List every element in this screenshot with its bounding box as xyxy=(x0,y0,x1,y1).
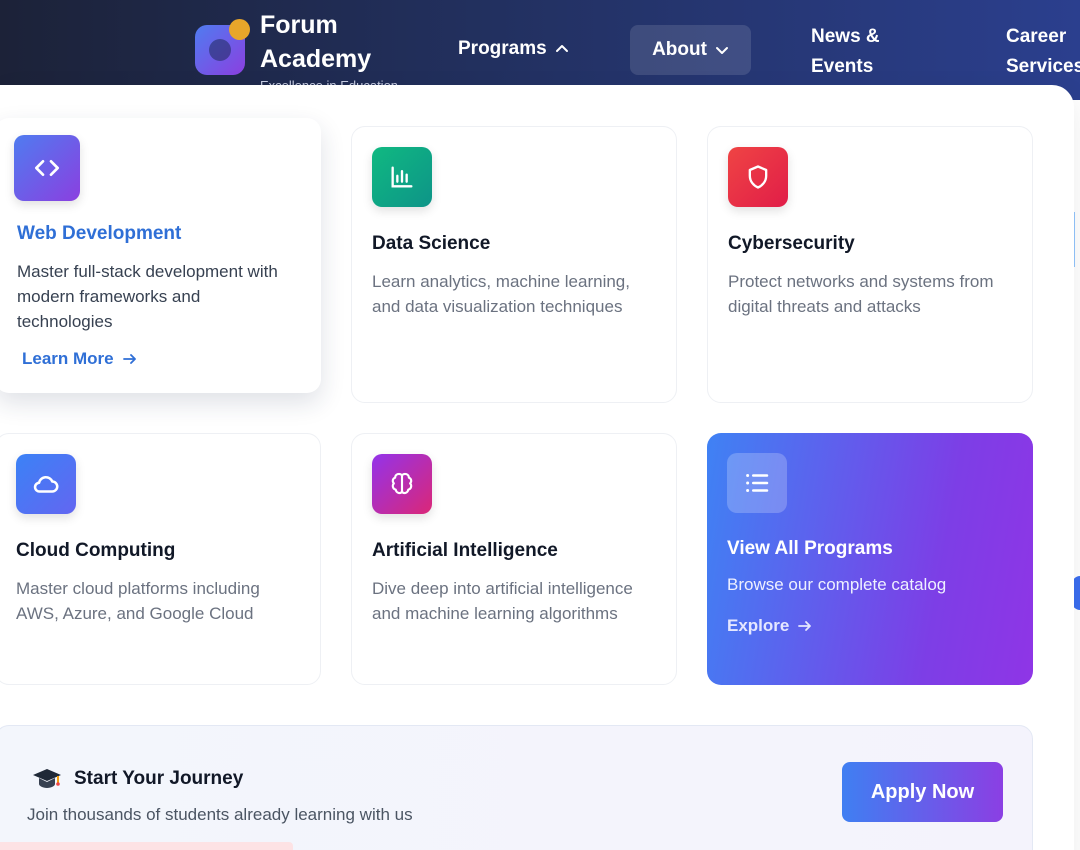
cta-description: Join thousands of students already learn… xyxy=(27,805,413,824)
shield-icon xyxy=(728,147,788,207)
view-all-description: Browse our complete catalog xyxy=(727,575,947,594)
cloud-icon xyxy=(16,454,76,514)
explore-label: Explore xyxy=(727,616,790,635)
program-description: Protect networks and systems from digita… xyxy=(728,272,994,316)
program-title: Data Science xyxy=(372,233,491,254)
background-fragment xyxy=(0,842,293,850)
program-title: Cybersecurity xyxy=(728,233,855,254)
view-all-programs-card[interactable]: View All Programs Browse our complete ca… xyxy=(707,433,1033,685)
view-all-title: View All Programs xyxy=(727,538,893,559)
program-description: Master cloud platforms including AWS, Az… xyxy=(16,579,260,623)
program-card-data-science[interactable]: Data Science Learn analytics, machine le… xyxy=(351,126,677,403)
program-card-cybersecurity[interactable]: Cybersecurity Protect networks and syste… xyxy=(707,126,1033,403)
nav-career-line-2: Services xyxy=(1006,56,1080,77)
cta-title: Start Your Journey xyxy=(74,768,244,789)
program-description: Master full-stack development with moder… xyxy=(17,262,278,331)
nav-news-line-1: News & xyxy=(811,26,880,47)
explore-link[interactable]: Explore xyxy=(727,616,813,636)
chevron-up-icon xyxy=(555,45,568,52)
brand-line-2: Academy xyxy=(260,45,372,73)
program-title: Web Development xyxy=(17,223,182,244)
nav-programs-label: Programs xyxy=(458,38,547,59)
brain-icon xyxy=(372,454,432,514)
nav-about-label: About xyxy=(652,39,707,60)
program-description: Dive deep into artificial intelligence a… xyxy=(372,579,633,623)
nav-programs[interactable]: Programs xyxy=(458,38,569,60)
nav-about[interactable]: About xyxy=(630,25,751,75)
arrow-right-icon xyxy=(798,621,812,631)
program-title: Cloud Computing xyxy=(16,540,176,561)
code-icon xyxy=(14,135,80,201)
nav-news-line-2: Events xyxy=(811,56,874,77)
start-journey-banner: Start Your Journey Join thousands of stu… xyxy=(0,725,1033,850)
program-card-web-development[interactable]: Web Development Master full-stack develo… xyxy=(0,118,321,393)
graduation-cap-icon xyxy=(33,769,61,788)
program-title: Artificial Intelligence xyxy=(372,540,558,561)
program-card-cloud-computing[interactable]: Cloud Computing Master cloud platforms i… xyxy=(0,433,321,685)
logo-badge-dot xyxy=(229,19,250,40)
brand-name[interactable]: Forum Academy xyxy=(260,8,371,76)
learn-more-link[interactable]: Learn More xyxy=(22,349,138,369)
brand-line-1: Forum xyxy=(260,11,338,39)
nav-career-line-1: Career xyxy=(1006,26,1067,47)
program-card-artificial-intelligence[interactable]: Artificial Intelligence Dive deep into a… xyxy=(351,433,677,685)
cta-heading: Start Your Journey xyxy=(32,766,243,792)
learn-more-label: Learn More xyxy=(22,349,114,368)
list-icon xyxy=(727,453,787,513)
nav-news-events[interactable]: News & Events xyxy=(811,22,911,82)
nav-career-services[interactable]: Career Services xyxy=(1006,22,1080,82)
chevron-down-icon xyxy=(715,47,728,54)
apply-now-button[interactable]: Apply Now xyxy=(842,762,1003,822)
bar-chart-icon xyxy=(372,147,432,207)
arrow-right-icon xyxy=(122,354,136,364)
program-description: Learn analytics, machine learning, and d… xyxy=(372,272,630,316)
